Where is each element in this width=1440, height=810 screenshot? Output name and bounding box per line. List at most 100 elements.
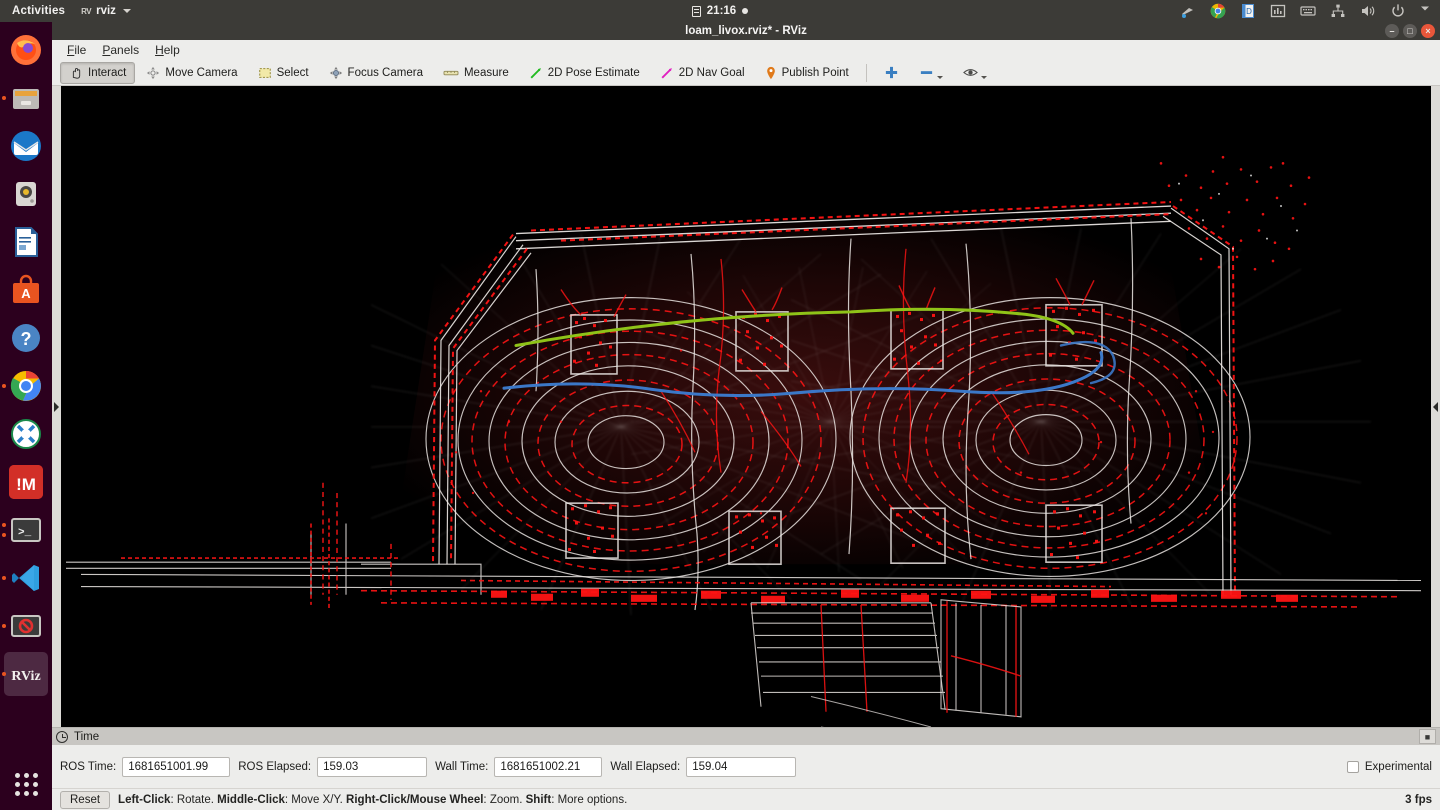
dock-item-files[interactable] <box>2 76 48 120</box>
keyboard-icon[interactable] <box>1300 3 1316 19</box>
maximize-button[interactable]: □ <box>1403 24 1417 38</box>
tool-measure[interactable]: Measure <box>434 62 518 84</box>
tool-properties-button[interactable] <box>954 61 996 84</box>
ros-time-label: ROS Time: <box>60 760 117 773</box>
ros-elapsed-label: ROS Elapsed: <box>238 760 312 773</box>
chevron-down-icon[interactable] <box>936 76 943 79</box>
svg-text:D: D <box>1246 7 1252 16</box>
dock-item-ubuntu-software[interactable]: A <box>4 268 48 312</box>
tool-move-camera[interactable]: Move Camera <box>137 62 246 84</box>
running-indicator <box>2 576 6 580</box>
magenta-arrow-icon <box>661 67 672 78</box>
gnome-top-bar: Activities RV rviz 21:16 D <box>0 0 1440 22</box>
ros-time-field: ROS Time: <box>60 756 231 777</box>
menu-panels[interactable]: Panels <box>95 41 146 59</box>
close-icon[interactable]: ■ <box>1419 729 1436 744</box>
running-indicator <box>2 96 6 100</box>
thunderbird-icon <box>9 129 43 163</box>
clock-label: 21:16 <box>706 5 737 17</box>
experimental-checkbox[interactable]: Experimental <box>1346 760 1432 773</box>
dock-item-blocked-screen[interactable] <box>2 604 48 648</box>
terminal-icon: >_ <box>9 513 43 547</box>
rviz-icon: RViz <box>9 657 43 691</box>
chrome-icon <box>9 369 43 403</box>
close-button[interactable]: × <box>1421 24 1435 38</box>
add-tool-button[interactable] <box>875 61 908 84</box>
power-icon[interactable] <box>1390 3 1406 19</box>
views-panel-expander[interactable] <box>1431 86 1440 727</box>
menu-file[interactable]: File <box>60 41 93 59</box>
software-bag-icon: A <box>9 273 43 307</box>
vscode-icon <box>9 561 43 595</box>
tool-label: Focus Camera <box>347 66 423 79</box>
activities-button[interactable]: Activities <box>0 5 75 17</box>
dock-item-matlab[interactable]: !M <box>4 460 48 504</box>
mouse-hint-text: Left-Click: Rotate. Middle-Click: Move X… <box>118 793 628 806</box>
window-title: loam_livox.rviz* - RViz <box>685 25 807 37</box>
screencast-icon[interactable] <box>1180 3 1196 19</box>
dock-item-vscode[interactable] <box>2 556 48 600</box>
wall-time-field: Wall Time: <box>435 756 603 777</box>
help-icon: ? <box>9 321 43 355</box>
window-titlebar[interactable]: loam_livox.rviz* - RViz – □ × <box>52 22 1440 40</box>
menu-help[interactable]: Help <box>148 41 187 59</box>
wall-elapsed-input[interactable] <box>686 756 797 777</box>
network-icon[interactable] <box>1330 3 1346 19</box>
displays-panel-expander[interactable] <box>52 86 61 727</box>
tool-label: Move Camera <box>165 66 238 79</box>
tool-pose-estimate[interactable]: 2D Pose Estimate <box>520 62 649 84</box>
dock-item-chrome[interactable] <box>2 364 48 408</box>
hand-icon <box>72 67 81 79</box>
chevron-down-icon[interactable] <box>1420 3 1430 19</box>
blocked-screen-icon <box>9 609 43 643</box>
ros-elapsed-input[interactable] <box>317 756 428 777</box>
hint-key: Left-Click <box>118 793 171 806</box>
minimize-button[interactable]: – <box>1385 24 1399 38</box>
firefox-icon <box>9 33 43 67</box>
point-cloud-render <box>61 86 1431 727</box>
dock-item-help[interactable]: ? <box>4 316 48 360</box>
chevron-down-icon[interactable] <box>980 76 987 79</box>
apps-grid-icon <box>14 773 38 796</box>
app-menu-button[interactable]: RV rviz <box>75 5 137 17</box>
dock-item-remote-desktop[interactable] <box>4 412 48 456</box>
dock-item-libreoffice-writer[interactable] <box>4 220 48 264</box>
document-icon <box>9 225 43 259</box>
menu-bar: File Panels Help <box>52 40 1440 60</box>
matlab-icon: !M <box>9 465 43 499</box>
show-applications-button[interactable] <box>0 773 52 796</box>
dock-item-rhythmbox[interactable] <box>4 172 48 216</box>
ros-elapsed-field: ROS Elapsed: <box>238 756 428 777</box>
hint-key: Shift <box>525 793 552 806</box>
3d-viewport[interactable] <box>61 86 1431 727</box>
tool-select[interactable]: Select <box>249 62 318 84</box>
remove-tool-button[interactable] <box>910 61 952 84</box>
tool-label: Select <box>276 66 309 79</box>
tool-focus-camera[interactable]: Focus Camera <box>320 62 432 84</box>
tool-interact[interactable]: Interact <box>60 61 136 84</box>
selection-box-icon <box>258 67 271 78</box>
app-menu-label: rviz <box>96 5 116 17</box>
tool-label: Interact <box>88 66 127 79</box>
dictionary-icon[interactable]: D <box>1240 3 1256 19</box>
dock-item-firefox[interactable] <box>4 28 48 72</box>
running-indicator <box>2 672 6 676</box>
checkbox-box <box>1346 760 1359 773</box>
dock-item-thunderbird[interactable] <box>4 124 48 168</box>
system-monitor-icon[interactable] <box>1270 3 1286 19</box>
tool-label: 2D Nav Goal <box>678 66 745 79</box>
chrome-icon[interactable] <box>1210 3 1226 19</box>
dock-item-terminal[interactable]: >_ <box>2 508 48 552</box>
wall-time-input[interactable] <box>494 756 603 777</box>
volume-icon[interactable] <box>1360 3 1376 19</box>
tool-publish-point[interactable]: Publish Point <box>756 62 858 84</box>
tool-nav-goal[interactable]: 2D Nav Goal <box>651 62 754 84</box>
dock-item-rviz[interactable]: RViz <box>2 652 48 696</box>
clock-button[interactable]: 21:16 <box>620 5 820 17</box>
wall-elapsed-field: Wall Elapsed: <box>610 756 797 777</box>
ros-time-input[interactable] <box>122 756 231 777</box>
hint-key: Middle-Click <box>217 793 285 806</box>
fps-indicator: 3 fps <box>1405 793 1432 806</box>
rviz-app-icon: RV <box>81 6 92 16</box>
reset-button[interactable]: Reset <box>60 790 111 809</box>
